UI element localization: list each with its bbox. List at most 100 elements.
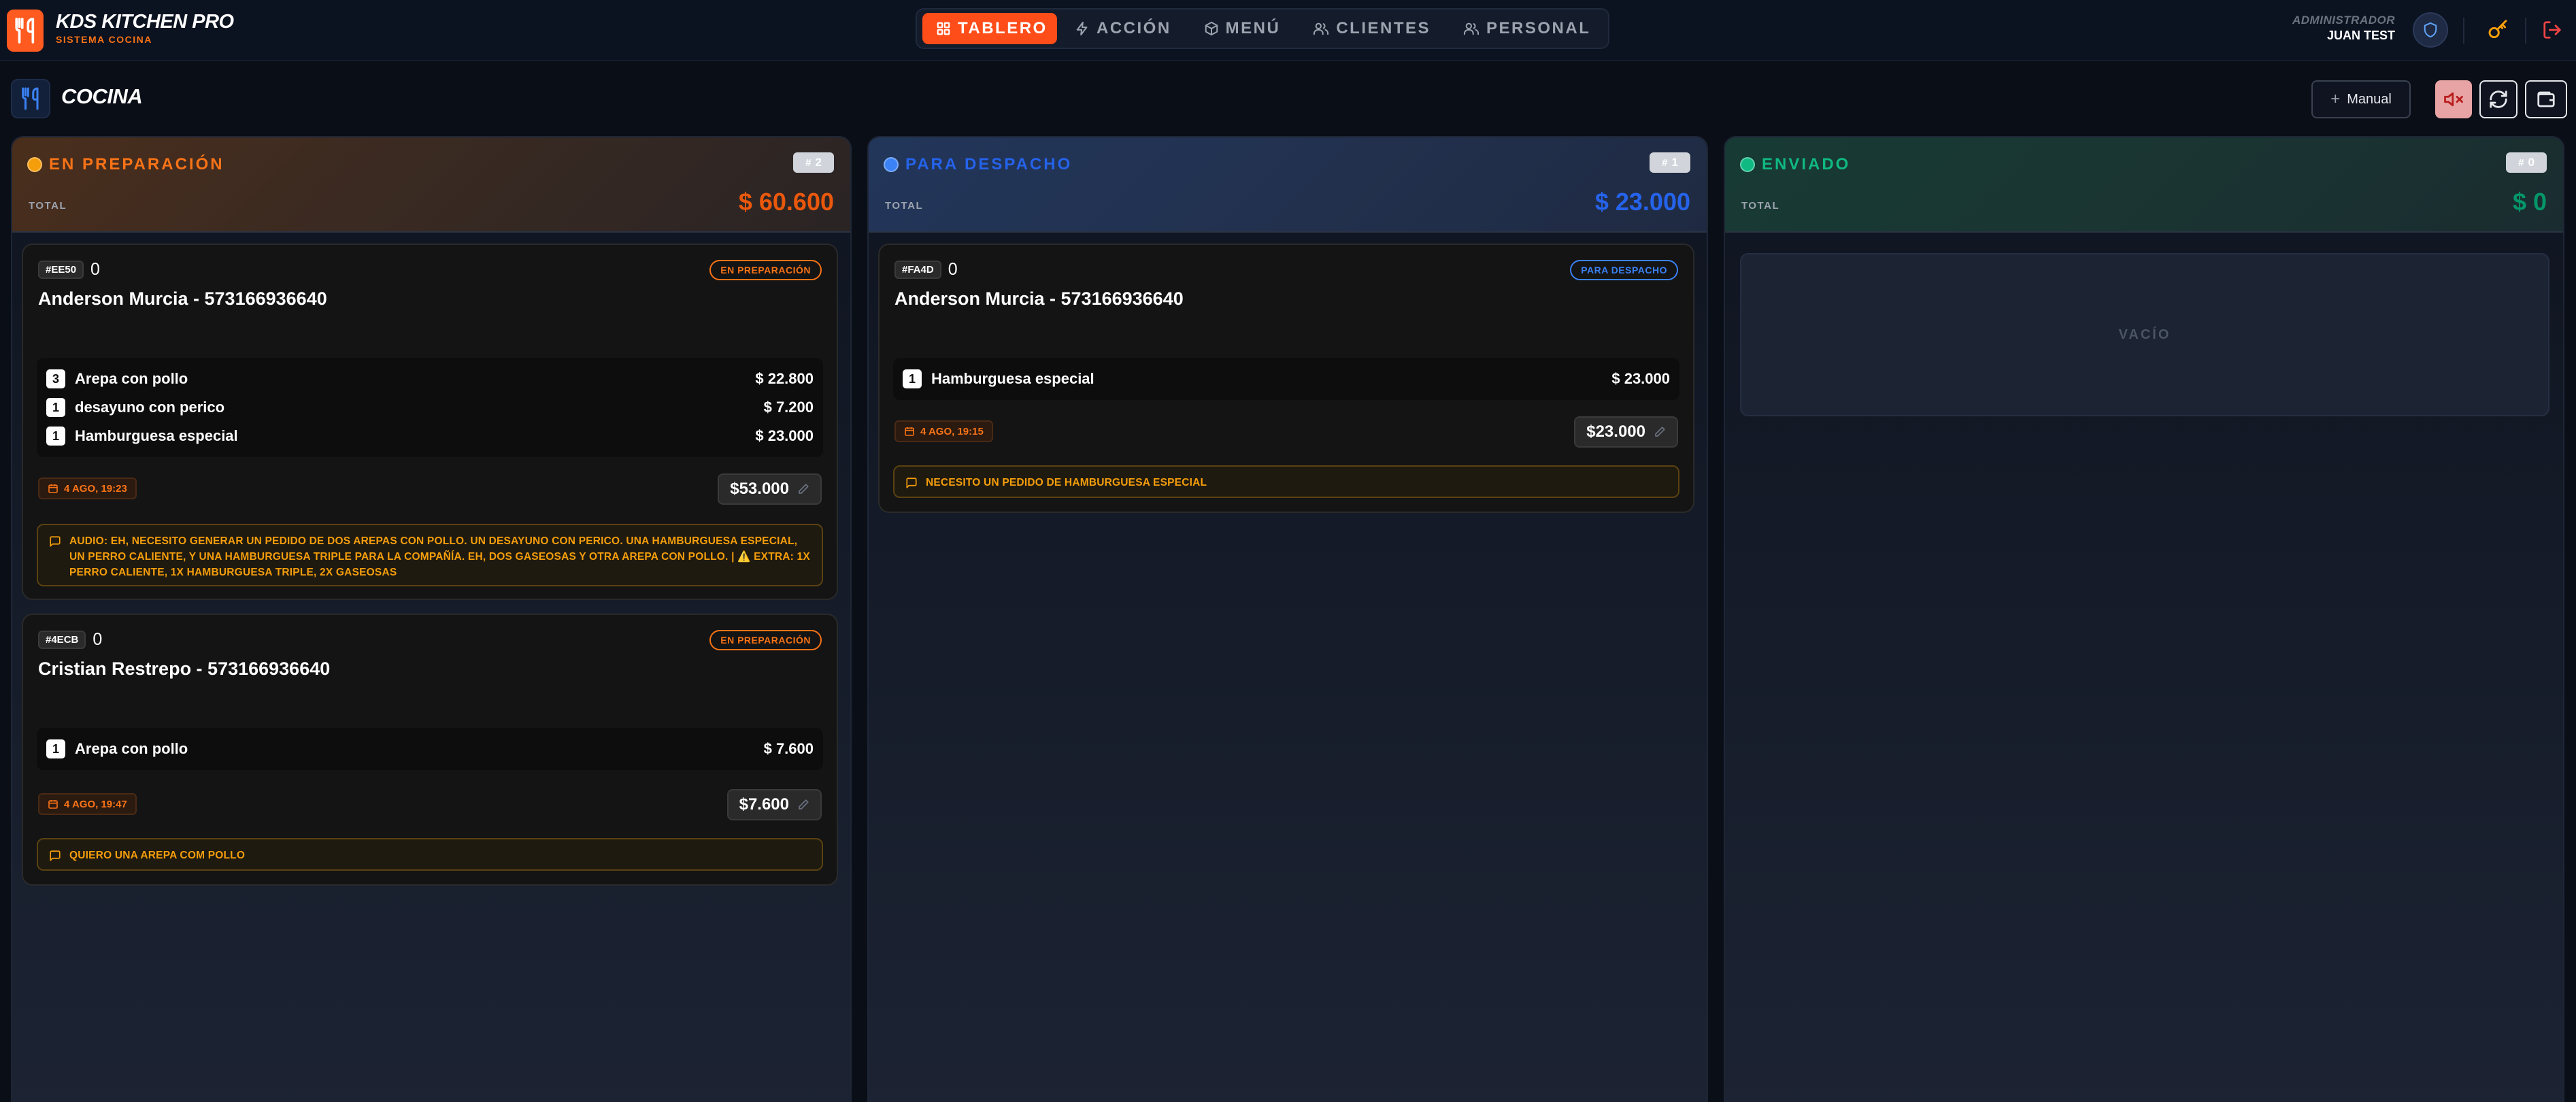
order-total[interactable]: $23.000: [1574, 416, 1678, 448]
items-list: 1 Arepa con pollo $ 7.600: [37, 728, 823, 770]
item-name: Arepa con pollo: [75, 370, 188, 387]
column-total: $ 60.600: [738, 188, 834, 216]
nav-menu[interactable]: MENÚ: [1189, 13, 1296, 44]
order-date: 4 AGO, 19:15: [894, 420, 993, 442]
count-value: 2: [815, 156, 822, 169]
order-number: 0: [90, 260, 100, 279]
items-list: 3 Arepa con pollo $ 22.800 1 desayuno co…: [37, 358, 823, 457]
order-total[interactable]: $53.000: [718, 473, 822, 505]
status-dot: [27, 157, 42, 172]
item-name: Hamburguesa especial: [931, 370, 1094, 387]
calendar-icon: [905, 427, 914, 436]
nav-clientes[interactable]: CLIENTES: [1298, 13, 1445, 44]
order-note: NECESITO UN PEDIDO DE HAMBURGUESA ESPECI…: [893, 465, 1679, 498]
shield-icon: [2424, 22, 2437, 38]
column-status-label: EN PREPARACIÓN: [49, 155, 224, 173]
app-subtitle: SISTEMA COCINA: [56, 34, 152, 45]
manual-order-button[interactable]: + Manual: [2311, 80, 2411, 118]
order-card[interactable]: #4ECB 0 EN PREPARACIÓN Cristian Restrepo…: [22, 614, 838, 886]
header-divider: [2463, 18, 2464, 44]
logout-button[interactable]: [2537, 15, 2567, 45]
item-name: Hamburguesa especial: [75, 427, 238, 444]
box-icon: [1205, 21, 1218, 36]
order-note-text: NECESITO UN PEDIDO DE HAMBURGUESA ESPECI…: [926, 477, 1207, 488]
nav-tablero-label: TABLERO: [958, 19, 1048, 37]
item-price: $ 7.200: [763, 399, 814, 416]
status-badge: EN PREPARACIÓN: [709, 630, 822, 650]
order-note-text: AUDIO: EH, NECESITO GENERAR UN PEDIDO DE…: [69, 535, 810, 578]
order-date-label: 4 AGO, 19:23: [64, 482, 127, 495]
order-date-label: 4 AGO, 19:15: [920, 425, 984, 437]
column-status-label: PARA DESPACHO: [905, 155, 1073, 173]
user-avatar[interactable]: [2413, 12, 2448, 48]
nav-tablero[interactable]: TABLERO: [922, 13, 1057, 44]
list-item: 1 Arepa con pollo $ 7.600: [46, 735, 814, 763]
main-nav: TABLERO ACCIÓN MENÚ CLIENTES PERSONAL: [916, 8, 1609, 49]
column-header: EN PREPARACIÓN # 2 TOTAL $ 60.600: [12, 137, 850, 233]
count-badge: # 0: [2506, 152, 2547, 173]
column-enviado: ENVIADO # 0 TOTAL $ 0 VACÍO: [1724, 136, 2564, 1102]
customer-name: Anderson Murcia - 573166936640: [894, 288, 1184, 309]
refresh-button[interactable]: [2479, 80, 2518, 118]
item-qty: 3: [46, 369, 65, 388]
pencil-icon: [799, 799, 809, 809]
user-role: ADMINISTRADOR: [2292, 14, 2395, 27]
status-badge: EN PREPARACIÓN: [709, 260, 822, 280]
lightning-icon: [1076, 21, 1088, 36]
calendar-icon: [48, 484, 58, 493]
order-note: QUIERO UNA AREPA COM POLLO: [37, 838, 823, 871]
column-total: $ 23.000: [1594, 188, 1690, 216]
column-header: ENVIADO # 0 TOTAL $ 0: [1725, 137, 2563, 233]
wallet-button[interactable]: [2525, 80, 2567, 118]
mute-button[interactable]: [2435, 80, 2472, 118]
hash-icon: #: [1662, 156, 1668, 169]
item-qty: 1: [903, 369, 922, 388]
grid-icon: [937, 22, 950, 35]
key-button[interactable]: [2483, 15, 2513, 45]
count-value: 0: [2528, 156, 2535, 169]
message-icon: [906, 478, 917, 488]
pencil-icon: [1655, 427, 1665, 437]
list-item: 1 Hamburguesa especial $ 23.000: [46, 422, 814, 450]
column-total-label: TOTAL: [1741, 200, 1780, 212]
count-badge: # 2: [793, 152, 834, 173]
plus-icon: +: [2330, 90, 2341, 108]
order-id-chip: #EE50: [38, 261, 84, 279]
manual-order-label: Manual: [2347, 91, 2392, 107]
order-date: 4 AGO, 19:23: [38, 478, 137, 499]
count-value: 1: [1671, 156, 1678, 169]
item-name: desayuno con perico: [75, 399, 225, 416]
order-note: AUDIO: EH, NECESITO GENERAR UN PEDIDO DE…: [37, 524, 823, 586]
nav-accion-label: ACCIÓN: [1097, 19, 1171, 37]
order-id: #FA4D 0: [894, 260, 958, 280]
column-header: PARA DESPACHO # 1 TOTAL $ 23.000: [869, 137, 1707, 233]
message-icon: [50, 850, 61, 861]
order-id: #4ECB 0: [38, 630, 102, 650]
app-title: KDS KITCHEN PRO: [56, 11, 234, 33]
header-divider: [2525, 18, 2526, 44]
column-en-preparacion: EN PREPARACIÓN # 2 TOTAL $ 60.600 #EE50 …: [11, 136, 852, 1102]
status-dot: [884, 157, 899, 172]
order-card[interactable]: #EE50 0 EN PREPARACIÓN Anderson Murcia -…: [22, 244, 838, 600]
users-icon: [1314, 22, 1329, 35]
order-date-label: 4 AGO, 19:47: [64, 798, 127, 810]
nav-accion[interactable]: ACCIÓN: [1060, 13, 1186, 44]
list-item: 3 Arepa con pollo $ 22.800: [46, 365, 814, 393]
user-name: JUAN TEST: [2326, 29, 2395, 42]
page-title: COCINA: [61, 84, 143, 108]
column-total: $ 0: [2512, 188, 2547, 216]
top-bar: KDS KITCHEN PRO SISTEMA COCINA TABLERO A…: [0, 0, 2576, 61]
order-number: 0: [948, 260, 958, 279]
order-card[interactable]: #FA4D 0 PARA DESPACHO Anderson Murcia - …: [878, 244, 1694, 513]
order-date: 4 AGO, 19:47: [38, 793, 137, 815]
hash-icon: #: [805, 156, 812, 169]
nav-menu-label: MENÚ: [1225, 19, 1281, 37]
item-qty: 1: [46, 739, 65, 758]
column-status: EN PREPARACIÓN: [27, 155, 224, 174]
fork-knife-icon: [22, 87, 39, 110]
customer-name: Cristian Restrepo - 573166936640: [38, 658, 331, 679]
nav-personal[interactable]: PERSONAL: [1448, 13, 1605, 44]
order-total-value: $7.600: [739, 795, 789, 814]
logout-icon: [2543, 21, 2561, 39]
order-total[interactable]: $7.600: [726, 789, 822, 820]
